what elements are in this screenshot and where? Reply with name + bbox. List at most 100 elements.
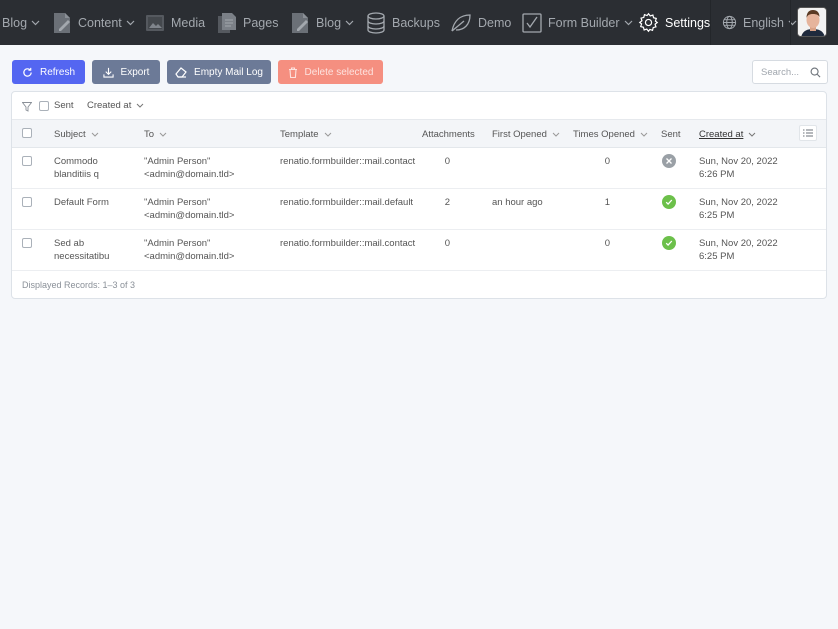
nav-item-demo[interactable]: Demo xyxy=(450,0,511,45)
column-attachments[interactable]: Attachments xyxy=(422,129,475,140)
row-checkbox[interactable] xyxy=(22,156,32,166)
cell-subject: Default Form xyxy=(54,197,109,208)
row-checkbox[interactable] xyxy=(22,238,32,248)
filter-bar: Sent Created at xyxy=(12,92,826,120)
chevron-down-icon xyxy=(345,20,354,26)
blog-icon xyxy=(290,12,310,34)
cell-template: renatio.formbuilder::mail.default xyxy=(280,197,414,208)
cell-created-time: 6:25 PM xyxy=(699,210,735,221)
chevron-down-icon xyxy=(136,103,144,108)
column-sent[interactable]: Sent xyxy=(661,129,681,140)
row-checkbox[interactable] xyxy=(22,197,32,207)
filter-sent-checkbox[interactable] xyxy=(39,101,49,111)
cell-to-email: <admin@domain.tld> xyxy=(144,210,235,221)
nav-item-settings[interactable]: Settings xyxy=(638,0,710,45)
nav-item-form-builder[interactable]: Form Builder xyxy=(522,0,633,45)
filter-icon xyxy=(21,101,33,115)
not-sent-icon xyxy=(662,154,676,168)
column-template[interactable]: Template xyxy=(280,129,332,140)
filter-created-at[interactable]: Created at xyxy=(87,100,144,111)
empty-mail-log-label: Empty Mail Log xyxy=(194,66,263,78)
filter-created-at-label: Created at xyxy=(87,100,132,111)
cell-subject-line2: necessitatibu xyxy=(54,251,110,262)
export-button[interactable]: Export xyxy=(92,60,160,84)
sent-check-icon xyxy=(662,195,676,209)
table-row[interactable]: Commodo blanditiis q "Admin Person" <adm… xyxy=(12,148,826,189)
filter-sent-label: Sent xyxy=(54,100,74,111)
column-to[interactable]: To xyxy=(144,129,167,140)
cell-created-date: Sun, Nov 20, 2022 xyxy=(699,156,778,167)
media-icon xyxy=(145,14,165,32)
chevron-down-icon xyxy=(31,20,40,26)
column-to-label: To xyxy=(144,129,155,140)
column-sent-label: Sent xyxy=(661,129,681,140)
select-all-checkbox[interactable] xyxy=(22,128,32,138)
cell-created-time: 6:26 PM xyxy=(699,169,735,180)
nav-item-content[interactable]: Content xyxy=(52,0,135,45)
records-count: Displayed Records: 1–3 of 3 xyxy=(22,280,136,290)
cell-to-name: "Admin Person" xyxy=(144,197,211,208)
nav-item-media[interactable]: Media xyxy=(145,0,205,45)
cell-subject: Commodo xyxy=(54,156,98,167)
language-label: English xyxy=(743,15,784,30)
nav-label: Backups xyxy=(392,15,440,30)
top-navigation: Blog Content Media Pages Blog Backups De… xyxy=(0,0,838,45)
gear-icon xyxy=(638,12,659,33)
nav-item-blog[interactable]: Blog xyxy=(2,0,40,45)
search-box xyxy=(752,60,828,84)
chevron-down-icon xyxy=(748,132,756,137)
nav-item-blog-2[interactable]: Blog xyxy=(290,0,354,45)
leaf-icon xyxy=(450,13,472,33)
empty-mail-log-button[interactable]: Empty Mail Log xyxy=(167,60,271,84)
cell-to-name: "Admin Person" xyxy=(144,238,211,249)
cell-to-email: <admin@domain.tld> xyxy=(144,169,235,180)
cell-subject: Sed ab xyxy=(54,238,85,249)
column-first-opened-label: First Opened xyxy=(492,129,547,140)
download-icon xyxy=(102,67,114,78)
cell-subject-line2: blanditiis q xyxy=(54,169,99,180)
search-icon[interactable] xyxy=(810,67,821,81)
column-settings-button[interactable] xyxy=(799,125,817,141)
column-times-opened-label: Times Opened xyxy=(573,129,635,140)
cell-first-opened: an hour ago xyxy=(492,197,543,208)
list-icon xyxy=(803,126,813,140)
nav-divider xyxy=(790,0,791,45)
export-label: Export xyxy=(120,66,150,78)
cell-template: renatio.formbuilder::mail.contact xyxy=(280,156,416,167)
chevron-down-icon xyxy=(624,20,633,26)
delete-selected-button[interactable]: Delete selected xyxy=(278,60,383,84)
language-selector[interactable]: English xyxy=(722,0,797,45)
nav-label: Content xyxy=(78,15,122,30)
delete-selected-label: Delete selected xyxy=(304,66,374,78)
chevron-down-icon xyxy=(91,132,99,137)
nav-item-backups[interactable]: Backups xyxy=(366,0,440,45)
user-avatar[interactable] xyxy=(797,7,827,37)
cell-times-opened: 0 xyxy=(604,238,610,249)
cell-to-email: <admin@domain.tld> xyxy=(144,251,235,262)
column-template-label: Template xyxy=(280,129,319,140)
chevron-down-icon xyxy=(640,132,648,137)
cell-created-time: 6:25 PM xyxy=(699,251,735,262)
table-row[interactable]: Sed ab necessitatibu "Admin Person" <adm… xyxy=(12,230,826,271)
globe-icon xyxy=(722,15,737,30)
cell-created-date: Sun, Nov 20, 2022 xyxy=(699,238,778,249)
database-icon xyxy=(366,11,386,34)
nav-label: Form Builder xyxy=(548,15,620,30)
trash-icon xyxy=(288,66,298,78)
column-created-at[interactable]: Created at xyxy=(699,129,756,140)
cell-attachments: 2 xyxy=(444,197,450,208)
search-input[interactable] xyxy=(761,66,809,78)
column-times-opened[interactable]: Times Opened xyxy=(573,129,648,140)
cell-times-opened: 1 xyxy=(604,197,610,208)
checkbox-icon xyxy=(522,12,542,33)
refresh-icon xyxy=(22,67,33,78)
table-header: Subject To Template Attachments First Op… xyxy=(12,120,826,148)
cell-times-opened: 0 xyxy=(604,156,610,167)
chevron-down-icon xyxy=(159,132,167,137)
nav-item-pages[interactable]: Pages xyxy=(217,0,278,45)
table-row[interactable]: Default Form "Admin Person" <admin@domai… xyxy=(12,189,826,230)
column-first-opened[interactable]: First Opened xyxy=(492,129,560,140)
column-subject[interactable]: Subject xyxy=(54,129,99,140)
cell-attachments: 0 xyxy=(444,156,450,167)
refresh-button[interactable]: Refresh xyxy=(12,60,85,84)
